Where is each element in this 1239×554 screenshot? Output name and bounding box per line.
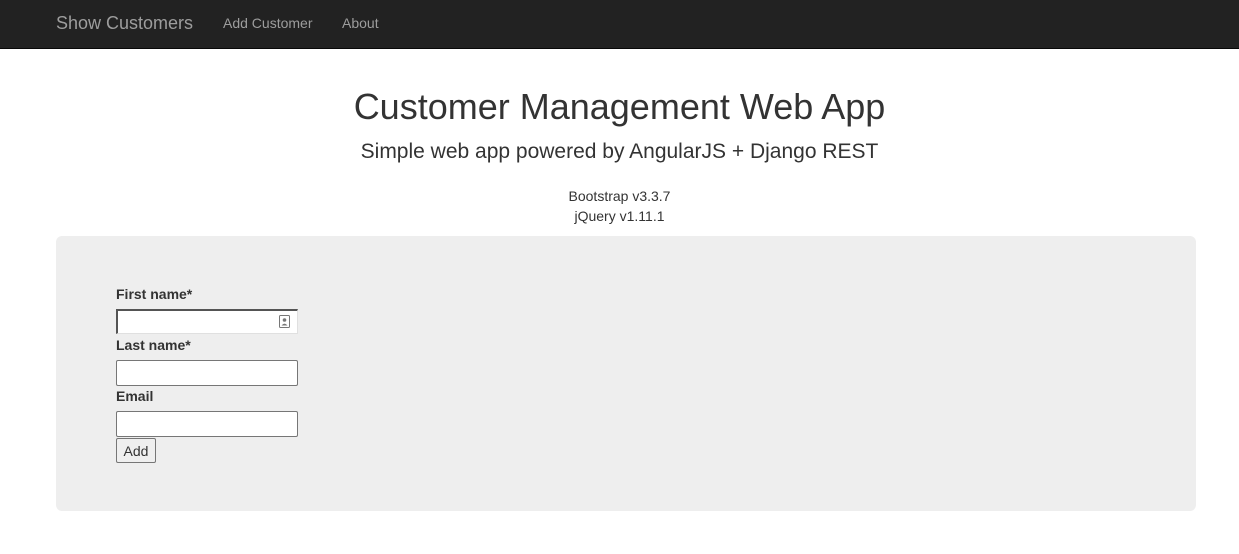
add-button[interactable]: Add <box>116 438 156 463</box>
email-label: Email <box>116 388 154 404</box>
bootstrap-version: Bootstrap v3.3.7 <box>568 188 671 204</box>
customer-form-panel: First name* Last name* Email Add <box>56 236 1196 511</box>
top-navbar: Show Customers Add Customer About <box>0 0 1239 49</box>
last-name-input[interactable] <box>116 360 298 386</box>
email-input[interactable] <box>116 411 298 437</box>
last-name-label: Last name* <box>116 337 191 353</box>
page-title: Customer Management Web App <box>353 86 886 127</box>
first-name-label: First name* <box>116 286 193 302</box>
nav-brand-show-customers[interactable]: Show Customers <box>56 0 193 48</box>
first-name-input[interactable] <box>116 309 298 334</box>
page-subtitle: Simple web app powered by AngularJS + Dj… <box>360 140 879 163</box>
nav-link-about[interactable]: About <box>342 0 379 48</box>
nav-link-add-customer[interactable]: Add Customer <box>223 0 312 48</box>
jquery-version: jQuery v1.11.1 <box>574 208 665 224</box>
